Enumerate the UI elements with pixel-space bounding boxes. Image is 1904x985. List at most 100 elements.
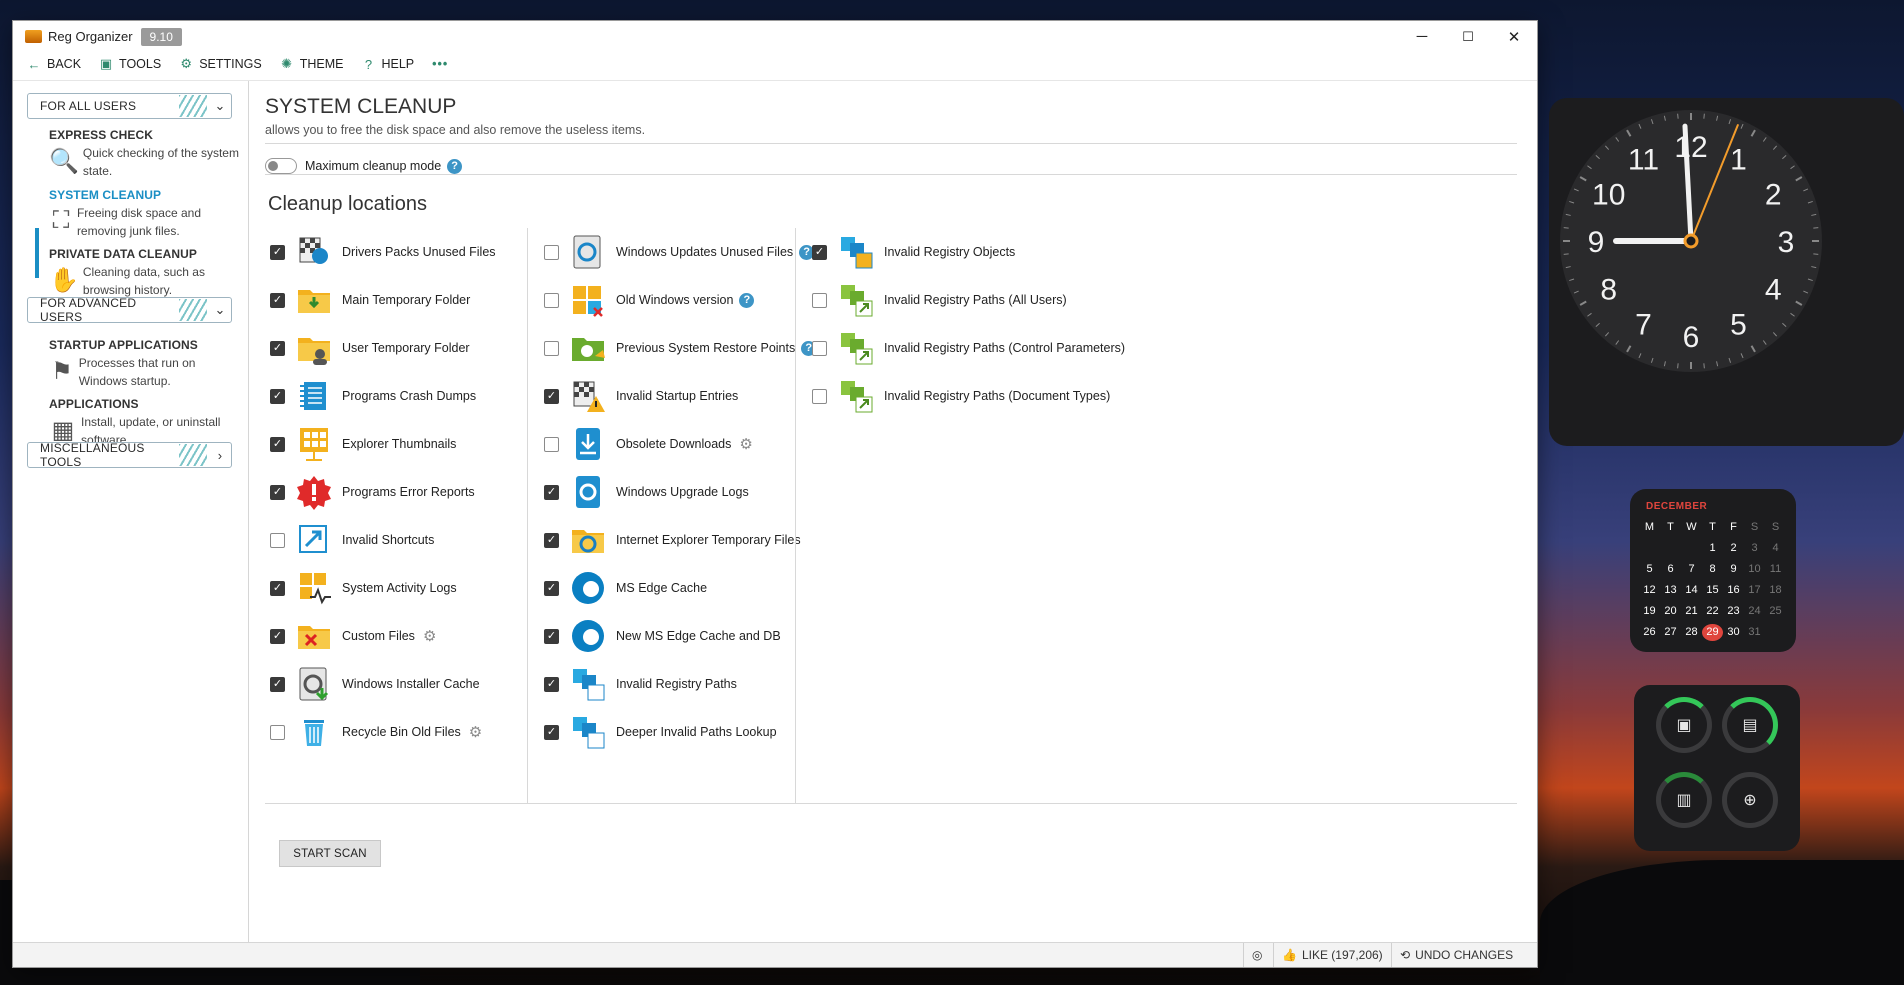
sidebar-item-system-cleanup[interactable]: SYSTEM CLEANUP ⛶ Freeing disk space and re…: [49, 188, 239, 240]
clock-widget[interactable]: 12 1 2 3 4 5 6 7 8 9 10 11: [1549, 98, 1904, 446]
settings-gear-icon[interactable]: ⚙: [469, 723, 482, 741]
calendar-day: 10: [1748, 563, 1761, 575]
item-checkbox[interactable]: [544, 628, 559, 644]
item-checkbox[interactable]: [270, 244, 285, 260]
item-label: Programs Crash Dumps: [342, 389, 477, 403]
item-checkbox[interactable]: [270, 292, 285, 308]
calendar-day: 30: [1727, 626, 1740, 638]
max-cleanup-toggle-row: Maximum cleanup mode ?: [265, 158, 463, 174]
cleanup-item[interactable]: Old Windows version?: [544, 276, 816, 324]
sidebar-item-express-check[interactable]: EXPRESS CHECK 🔍 Quick checking of the syst…: [49, 128, 239, 180]
sidebar-item-private-data-cleanup[interactable]: PRIVATE DATA CLEANUP ✋ Cleaning data, such…: [49, 247, 239, 299]
item-checkbox[interactable]: [270, 532, 285, 548]
settings-gear-icon[interactable]: ⚙: [739, 435, 752, 453]
item-checkbox[interactable]: [812, 388, 827, 404]
system-monitor-widget[interactable]: ▣ ▤ ▥ ⊕: [1634, 685, 1800, 851]
calendar-day: 24: [1748, 605, 1761, 617]
item-checkbox[interactable]: [544, 388, 559, 404]
cleanup-item[interactable]: Invalid Startup Entries: [544, 372, 816, 420]
cleanup-item[interactable]: Explorer Thumbnails: [270, 420, 496, 468]
cleanup-item[interactable]: Invalid Registry Paths (All Users): [812, 276, 1125, 324]
thumbs-up-icon: 👍: [1282, 948, 1297, 962]
cleanup-item[interactable]: User Temporary Folder: [270, 324, 496, 372]
support-button[interactable]: ◎: [1243, 943, 1270, 967]
group-for-all-users[interactable]: FOR ALL USERS ⌄: [27, 93, 232, 119]
item-checkbox[interactable]: [270, 436, 285, 452]
close-button[interactable]: ✕: [1491, 21, 1537, 52]
cleanup-item[interactable]: Deeper Invalid Paths Lookup: [544, 708, 816, 756]
menu-settings[interactable]: ⚙ SETTINGS: [179, 56, 261, 71]
item-checkbox[interactable]: [544, 292, 559, 308]
max-cleanup-switch[interactable]: [265, 158, 297, 174]
undo-icon: ⟲: [1400, 948, 1411, 962]
cleanup-item[interactable]: Main Temporary Folder: [270, 276, 496, 324]
cleanup-item[interactable]: Invalid Registry Paths (Document Types): [812, 372, 1125, 420]
folder-user-icon: [294, 328, 334, 368]
help-icon[interactable]: ?: [739, 292, 755, 308]
menu-more[interactable]: •••: [432, 57, 448, 71]
item-checkbox[interactable]: [544, 436, 559, 452]
calendar-day: 11: [1769, 563, 1782, 575]
cleanup-item[interactable]: Invalid Registry Paths: [544, 660, 816, 708]
cleanup-item[interactable]: Recycle Bin Old Files ⚙: [270, 708, 496, 756]
item-checkbox[interactable]: [812, 292, 827, 308]
cleanup-item[interactable]: Windows Updates Unused Files?: [544, 228, 816, 276]
cleanup-item[interactable]: Programs Error Reports: [270, 468, 496, 516]
item-checkbox[interactable]: [270, 580, 285, 596]
menu-help[interactable]: ? HELP: [361, 57, 414, 72]
cleanup-column-2: Windows Updates Unused Files? Old Windows…: [544, 228, 817, 756]
undo-changes-button[interactable]: ⟲ UNDO CHANGES: [1391, 943, 1521, 967]
item-checkbox[interactable]: [544, 724, 559, 740]
cleanup-item[interactable]: Previous System Restore Points?: [544, 324, 817, 372]
cleanup-item[interactable]: Invalid Registry Paths (Control Paramete…: [812, 324, 1125, 372]
group-for-advanced-users[interactable]: FOR ADVANCED USERS ⌄: [27, 296, 232, 324]
chevron-down-icon: ⌄: [214, 98, 226, 113]
item-label: Main Temporary Folder: [342, 293, 471, 307]
calendar-widget[interactable]: DECEMBER M T W T F S S 1 2 3 4 5 6 7 8 9 10 11 12 13 14 15 16 1…: [1630, 489, 1796, 652]
item-checkbox[interactable]: [270, 628, 285, 644]
cleanup-item[interactable]: Obsolete Downloads ⚙: [544, 420, 816, 468]
sidebar-item-startup-applications[interactable]: STARTUP APPLICATIONS ⚑ Processes that run …: [49, 338, 239, 390]
cleanup-item[interactable]: System Activity Logs: [270, 564, 496, 612]
item-checkbox[interactable]: [270, 724, 285, 740]
calendar-weekday: T: [1709, 521, 1716, 533]
item-checkbox[interactable]: [544, 484, 559, 500]
calendar-day: 21: [1685, 605, 1698, 617]
item-checkbox[interactable]: [544, 676, 559, 692]
cleanup-item[interactable]: Custom Files ⚙: [270, 612, 496, 660]
minimize-button[interactable]: ─: [1399, 21, 1445, 52]
item-checkbox[interactable]: [270, 484, 285, 500]
item-checkbox[interactable]: [270, 340, 285, 356]
cleanup-item[interactable]: Programs Crash Dumps: [270, 372, 496, 420]
cleanup-item[interactable]: Windows Installer Cache: [270, 660, 496, 708]
cleanup-item[interactable]: Windows Upgrade Logs: [544, 468, 816, 516]
item-checkbox[interactable]: [812, 244, 827, 260]
item-checkbox[interactable]: [812, 340, 827, 356]
start-scan-button[interactable]: START SCAN: [279, 840, 381, 867]
version-badge: 9.10: [140, 27, 182, 46]
cleanup-item[interactable]: Invalid Registry Objects: [812, 228, 1125, 276]
calendar-day: 9: [1730, 563, 1737, 575]
menu-tools[interactable]: ▣ TOOLS: [99, 56, 161, 71]
maximize-button[interactable]: ☐: [1445, 21, 1491, 52]
cleanup-item[interactable]: Internet Explorer Temporary Files: [544, 516, 816, 564]
item-checkbox[interactable]: [544, 532, 559, 548]
headset-icon: ◎: [1252, 948, 1263, 962]
item-checkbox[interactable]: [544, 244, 559, 260]
item-checkbox[interactable]: [544, 580, 559, 596]
like-button[interactable]: 👍 LIKE (197,206): [1273, 943, 1391, 967]
cleanup-item[interactable]: Drivers Packs Unused Files: [270, 228, 496, 276]
registry-green-icon: [836, 376, 876, 416]
cleanup-item[interactable]: Invalid Shortcuts: [270, 516, 496, 564]
menu-theme[interactable]: ✺ THEME: [280, 56, 343, 71]
cleanup-item[interactable]: New MS Edge Cache and DB: [544, 612, 816, 660]
item-checkbox[interactable]: [544, 340, 559, 356]
group-miscellaneous-tools[interactable]: MISCELLANEOUS TOOLS ›: [27, 441, 232, 469]
item-checkbox[interactable]: [270, 676, 285, 692]
cleanup-item[interactable]: MS Edge Cache: [544, 564, 816, 612]
settings-gear-icon[interactable]: ⚙: [423, 627, 436, 645]
menu-back[interactable]: ← BACK: [27, 57, 82, 72]
help-icon[interactable]: ?: [447, 158, 463, 174]
item-checkbox[interactable]: [270, 388, 285, 404]
activity-log-icon: [294, 568, 334, 608]
